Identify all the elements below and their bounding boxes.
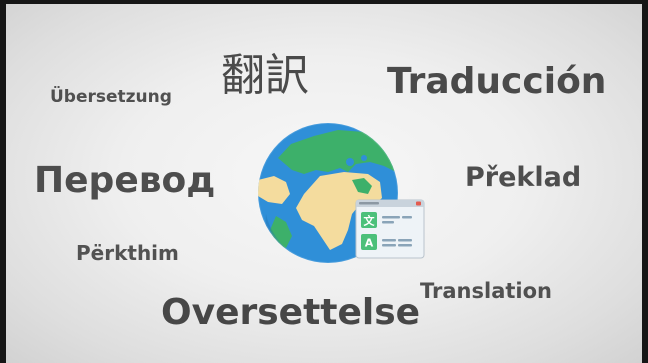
word-albanian: Përkthim bbox=[76, 241, 179, 265]
video-frame: Übersetzung 翻訳 Traducción Перевод Překla… bbox=[0, 0, 648, 363]
word-japanese: 翻訳 bbox=[221, 50, 309, 101]
word-english: Translation bbox=[420, 279, 552, 303]
word-norwegian: Oversettelse bbox=[161, 292, 421, 333]
word-czech: Překlad bbox=[465, 162, 582, 193]
word-russian: Перевод bbox=[34, 160, 216, 201]
word-spanish: Traducción bbox=[387, 61, 607, 102]
translator-window: 文 A bbox=[355, 199, 425, 259]
globe-translator-illustration: 文 A bbox=[257, 122, 425, 264]
word-german: Übersetzung bbox=[50, 87, 172, 107]
slide-canvas: Übersetzung 翻訳 Traducción Перевод Překla… bbox=[6, 4, 642, 363]
target-glyph: A bbox=[365, 237, 374, 250]
source-glyph: 文 bbox=[364, 214, 376, 228]
